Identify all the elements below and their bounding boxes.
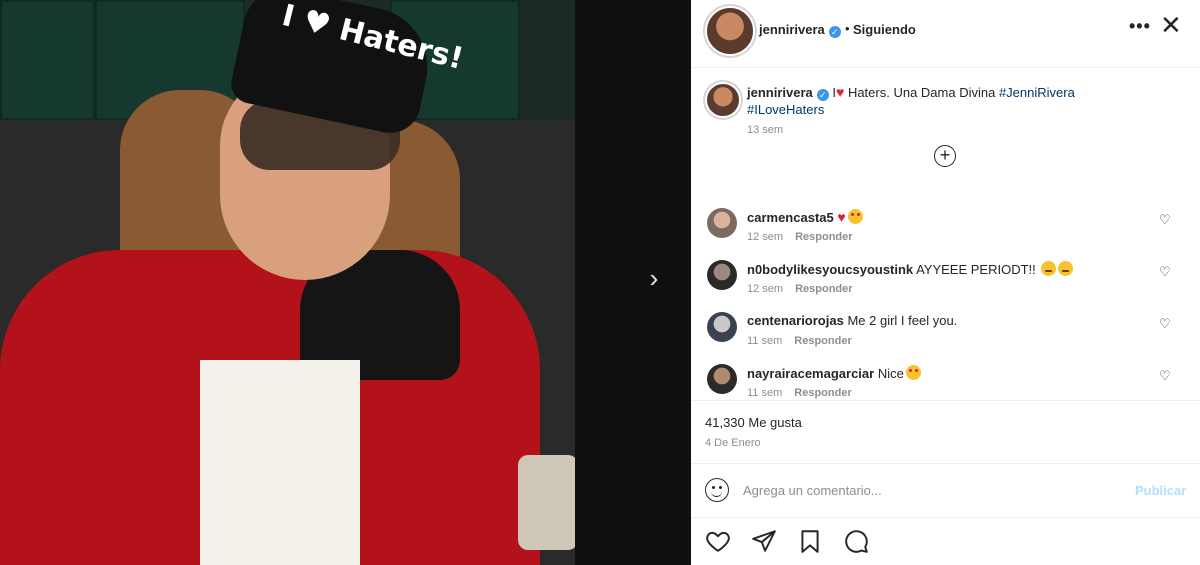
- hashtag-link[interactable]: #ILoveHaters: [747, 102, 824, 117]
- caption-avatar[interactable]: [703, 80, 743, 120]
- like-comment-icon[interactable]: ♡: [1159, 264, 1171, 280]
- comment-timestamp: 11 sem: [747, 387, 783, 399]
- comment-timestamp: 12 sem: [747, 283, 784, 295]
- post-caption: jennirivera ✓ I♥ Haters. Una Dama Divina …: [691, 68, 1200, 196]
- comment-avatar[interactable]: [707, 208, 737, 238]
- comment-row: n0bodylikesyoucsyoustink AYYEEE PERIODT!…: [691, 252, 1200, 304]
- comment-avatar[interactable]: [707, 312, 737, 342]
- comment-timestamp: 12 sem: [747, 231, 784, 243]
- like-icon[interactable]: [705, 528, 731, 554]
- comment-meta: 11 sem Responder: [747, 335, 852, 347]
- comment-row: centenariorojas Me 2 girl I feel you. 11…: [691, 304, 1200, 356]
- header-username[interactable]: jennirivera ✓: [759, 22, 841, 38]
- like-comment-icon[interactable]: ♡: [1159, 316, 1171, 332]
- comment-text: nayrairacemagarciar Nice: [747, 365, 921, 381]
- add-comment-bar: Publicar: [691, 464, 1200, 518]
- username-text[interactable]: jennirivera: [759, 22, 825, 37]
- load-more-comments-icon[interactable]: +: [934, 145, 956, 167]
- next-arrow-icon[interactable]: ›: [640, 264, 668, 292]
- heart-eyes-emoji: [847, 209, 863, 224]
- weary-face-emoji: [1041, 261, 1057, 276]
- reply-button[interactable]: Responder: [794, 387, 851, 399]
- comment-meta: 12 sem Responder: [747, 231, 853, 243]
- post-date: 4 De Enero: [705, 437, 761, 449]
- close-icon[interactable]: ✕: [1160, 12, 1182, 38]
- comment-username[interactable]: centenariorojas: [747, 313, 844, 328]
- verified-badge-icon: ✓: [828, 26, 841, 38]
- post-actions: [691, 518, 1200, 565]
- comment-text: carmencasta5 ♥: [747, 209, 863, 225]
- post-stats: 41,330 Me gusta 4 De Enero: [691, 400, 1200, 464]
- share-icon[interactable]: [751, 528, 777, 554]
- comment-meta: 11 sem Responder: [747, 387, 852, 399]
- comment-body: AYYEEE PERIODT!!: [916, 262, 1036, 277]
- comment-text: centenariorojas Me 2 girl I feel you.: [747, 313, 957, 328]
- comment-username[interactable]: n0bodylikesyoucsyoustink: [747, 262, 913, 277]
- locker-panel: [0, 0, 95, 120]
- reply-button[interactable]: Responder: [795, 231, 852, 243]
- comment-username[interactable]: nayrairacemagarciar: [747, 366, 874, 381]
- heart-eyes-emoji: [905, 365, 921, 380]
- shirt: [200, 360, 360, 565]
- reply-button[interactable]: Responder: [794, 335, 851, 347]
- comment-username[interactable]: carmencasta5: [747, 210, 834, 225]
- avatar[interactable]: [703, 4, 757, 58]
- hashtag-link[interactable]: #JenniRivera: [999, 85, 1075, 100]
- plate: [518, 455, 575, 550]
- reply-button[interactable]: Responder: [795, 283, 852, 295]
- post-photo[interactable]: I ♥ Haters!: [0, 0, 575, 565]
- comment-timestamp: 11 sem: [747, 335, 783, 347]
- comment-input[interactable]: [743, 478, 1093, 502]
- publish-button[interactable]: Publicar: [1135, 483, 1186, 498]
- likes-count[interactable]: 41,330 Me gusta: [705, 415, 802, 430]
- caption-body: Haters. Una Dama Divina: [844, 85, 999, 100]
- comment-row: carmencasta5 ♥ 12 sem Responder ♡: [691, 200, 1200, 252]
- save-icon[interactable]: [797, 528, 823, 554]
- backdrop: [575, 0, 691, 565]
- emoji-picker-icon[interactable]: [705, 478, 729, 502]
- comment-meta: 12 sem Responder: [747, 283, 853, 295]
- like-comment-icon[interactable]: ♡: [1159, 212, 1171, 228]
- comment-avatar[interactable]: [707, 364, 737, 394]
- comment-icon[interactable]: [843, 528, 869, 554]
- comment-text: n0bodylikesyoucsyoustink AYYEEE PERIODT!…: [747, 261, 1074, 277]
- comment-body: Me 2 girl I feel you.: [847, 313, 958, 328]
- caption-timestamp: 13 sem: [747, 124, 784, 136]
- post-detail-panel: jennirivera ✓ • Siguiendo ••• ✕ jennirive…: [691, 0, 1200, 565]
- separator-dot: •: [845, 21, 850, 36]
- comment-avatar[interactable]: [707, 260, 737, 290]
- caption-text: jennirivera ✓ I♥ Haters. Una Dama Divina …: [747, 84, 1167, 118]
- weary-face-emoji: [1058, 261, 1074, 276]
- heart-emoji: ♥: [837, 209, 846, 225]
- like-comment-icon[interactable]: ♡: [1159, 368, 1171, 384]
- verified-badge-icon: ✓: [816, 89, 829, 101]
- caption-username[interactable]: jennirivera: [747, 85, 813, 100]
- comment-body: Nice: [877, 366, 904, 381]
- more-options-icon[interactable]: •••: [1129, 16, 1151, 37]
- post-header: jennirivera ✓ • Siguiendo ••• ✕: [691, 0, 1200, 68]
- following-button[interactable]: Siguiendo: [853, 22, 916, 37]
